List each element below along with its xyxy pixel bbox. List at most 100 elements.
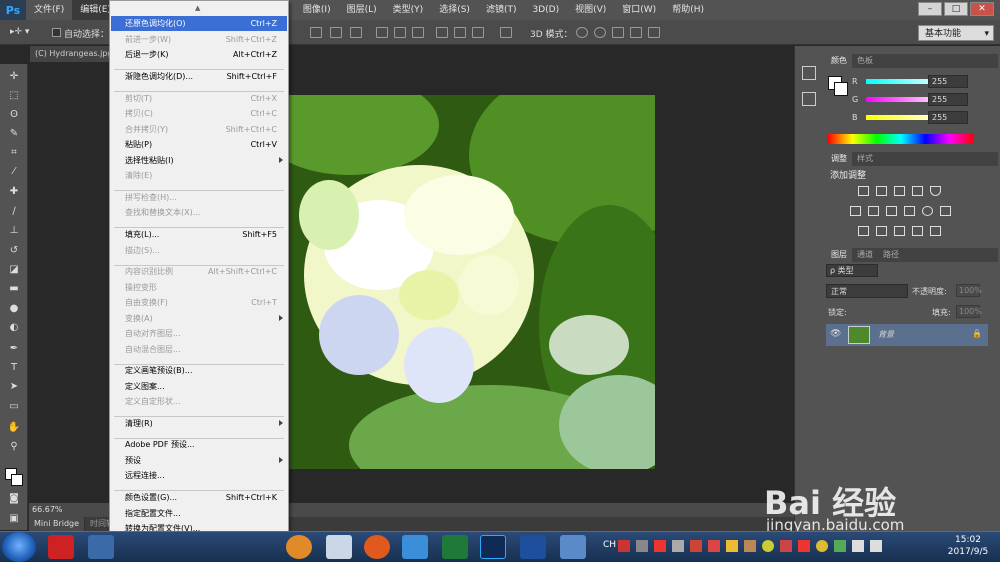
eraser-tool-icon[interactable]: ◪	[6, 263, 22, 277]
edit-menu-item[interactable]: 远程连接...	[111, 468, 287, 483]
word-icon[interactable]	[520, 535, 546, 559]
tab-paths[interactable]: 路径	[878, 248, 904, 262]
marquee-tool-icon[interactable]: ⬚	[6, 89, 22, 103]
history-brush-tool-icon[interactable]: ↺	[6, 244, 22, 258]
slider-b[interactable]: B 255	[852, 111, 1000, 125]
edit-menu-item[interactable]: 颜色设置(G)... Shift+Ctrl+K	[111, 490, 287, 505]
menu-help[interactable]: 帮助(H)	[664, 0, 712, 20]
stamp-tool-icon[interactable]: ⊥	[6, 224, 22, 238]
edit-menu-item[interactable]: 剪切(T) Ctrl+X	[111, 91, 287, 106]
align-bottom-icon[interactable]	[350, 27, 362, 38]
channel-mixer-adjust-icon[interactable]	[922, 206, 933, 216]
edit-menu-item[interactable]: 清除(E)	[111, 168, 287, 183]
excel-icon[interactable]	[442, 535, 468, 559]
threshold-adjust-icon[interactable]	[894, 226, 905, 236]
edit-menu-item[interactable]: 拼写检查(H)...	[111, 190, 287, 205]
layer-filter-select[interactable]: ρ 类型	[826, 264, 878, 277]
vibrance-adjust-icon[interactable]	[930, 186, 941, 196]
menu-window[interactable]: 窗口(W)	[614, 0, 664, 20]
tray-icon[interactable]	[744, 540, 756, 552]
photo-filter-adjust-icon[interactable]	[904, 206, 915, 216]
minimize-button[interactable]: –	[918, 2, 942, 16]
lasso-tool-icon[interactable]: ʘ	[6, 108, 22, 122]
gradient-map-adjust-icon[interactable]	[930, 226, 941, 236]
firefox-icon[interactable]	[364, 535, 390, 559]
taskbar-clock[interactable]: 15:02 2017/9/5	[940, 534, 996, 560]
menu-type[interactable]: 类型(Y)	[385, 0, 432, 20]
menu-image[interactable]: 图像(I)	[295, 0, 339, 20]
tray-icon[interactable]	[780, 540, 792, 552]
tray-icon[interactable]	[672, 540, 684, 552]
distribute-right-icon[interactable]	[472, 27, 484, 38]
edit-menu-item[interactable]: 拷贝(C) Ctrl+C	[111, 106, 287, 121]
start-button[interactable]	[2, 532, 36, 562]
screen-mode-icon[interactable]: ▣	[6, 512, 22, 526]
edit-menu-item[interactable]: 描边(S)...	[111, 243, 287, 258]
tab-mini-bridge[interactable]: Mini Bridge	[29, 517, 86, 531]
app-icon-orange[interactable]	[286, 535, 312, 559]
slide-3d-icon[interactable]	[630, 27, 642, 38]
auto-align-icon[interactable]	[500, 27, 512, 38]
edit-menu-item[interactable]: 选择性粘贴(I)	[111, 153, 287, 168]
move-tool-icon[interactable]: ▸✛ ▾	[10, 27, 29, 37]
pen-tool-icon[interactable]: ✒	[6, 342, 22, 356]
slider-g[interactable]: G 255	[852, 93, 1000, 107]
edit-menu-item[interactable]: 填充(L)... Shift+F5	[111, 227, 287, 242]
crop-tool-icon[interactable]: ⌗	[6, 146, 22, 160]
edit-menu-item[interactable]: 定义画笔预设(B)...	[111, 363, 287, 378]
tab-color[interactable]: 颜色	[826, 54, 852, 68]
edit-menu-item[interactable]: 自由变换(F) Ctrl+T	[111, 295, 287, 310]
brush-tool-icon[interactable]: ∕	[6, 205, 22, 219]
opacity-input[interactable]: 100%	[956, 284, 982, 297]
hand-tool-icon[interactable]: ✋	[6, 421, 22, 435]
app-icon-network[interactable]	[560, 535, 586, 559]
app-icon-red[interactable]	[48, 535, 74, 559]
hue-sat-adjust-icon[interactable]	[850, 206, 861, 216]
align-middle-icon[interactable]	[330, 27, 342, 38]
edit-menu-item[interactable]: 定义自定形状...	[111, 394, 287, 409]
visibility-eye-icon[interactable]: 👁	[830, 329, 841, 339]
edit-menu-item[interactable]: 粘贴(P) Ctrl+V	[111, 137, 287, 152]
tray-icon[interactable]	[636, 540, 648, 552]
eyedropper-tool-icon[interactable]: ⁄	[6, 165, 22, 179]
edit-menu-item[interactable]: 变换(A)	[111, 311, 287, 326]
healing-tool-icon[interactable]: ✚	[6, 185, 22, 199]
tray-icon[interactable]	[690, 540, 702, 552]
app-icon-blue[interactable]	[402, 535, 428, 559]
edit-menu-item[interactable]: 合并拷贝(Y) Shift+Ctrl+C	[111, 122, 287, 137]
tray-icon[interactable]	[618, 540, 630, 552]
history-panel-icon[interactable]	[802, 66, 816, 80]
type-tool-icon[interactable]: T	[6, 361, 22, 375]
network-icon[interactable]	[852, 540, 864, 552]
edit-menu-item[interactable]: 渐隐色调均化(D)... Shift+Ctrl+F	[111, 69, 287, 84]
color-lookup-adjust-icon[interactable]	[940, 206, 951, 216]
properties-panel-icon[interactable]	[802, 92, 816, 106]
document-tab[interactable]: (C) Hydrangeas.jpg	[30, 46, 112, 62]
menu-view[interactable]: 视图(V)	[567, 0, 614, 20]
tray-icon[interactable]	[726, 540, 738, 552]
color-spectrum-bar[interactable]	[828, 134, 974, 144]
tab-adjustments[interactable]: 调整	[826, 152, 852, 166]
slider-r[interactable]: R 255	[852, 75, 1000, 89]
scale-3d-icon[interactable]	[648, 27, 660, 38]
gradient-tool-icon[interactable]: ▬	[6, 282, 22, 296]
tab-layers[interactable]: 图层	[826, 248, 852, 262]
posterize-adjust-icon[interactable]	[876, 226, 887, 236]
exposure-adjust-icon[interactable]	[912, 186, 923, 196]
menu-layer[interactable]: 图层(L)	[339, 0, 385, 20]
layer-name[interactable]: 背景	[878, 329, 894, 340]
app-icon-calculator[interactable]	[326, 535, 352, 559]
tray-icon[interactable]	[762, 540, 774, 552]
edit-menu-item[interactable]: 前进一步(W) Shift+Ctrl+Z	[111, 32, 287, 47]
distribute-top-icon[interactable]	[376, 27, 388, 38]
g-value-input[interactable]: 255	[928, 93, 968, 106]
color-balance-adjust-icon[interactable]	[868, 206, 879, 216]
drag-3d-icon[interactable]	[612, 27, 624, 38]
invert-adjust-icon[interactable]	[858, 226, 869, 236]
edit-menu-item[interactable]: 后退一步(K) Alt+Ctrl+Z	[111, 47, 287, 62]
edit-menu-item[interactable]: 还原色调均化(O) Ctrl+Z	[111, 16, 287, 31]
scroll-up-icon[interactable]: ▲	[195, 4, 200, 12]
brightness-adjust-icon[interactable]	[858, 186, 869, 196]
bw-adjust-icon[interactable]	[886, 206, 897, 216]
bg-color-chip[interactable]	[834, 82, 848, 96]
